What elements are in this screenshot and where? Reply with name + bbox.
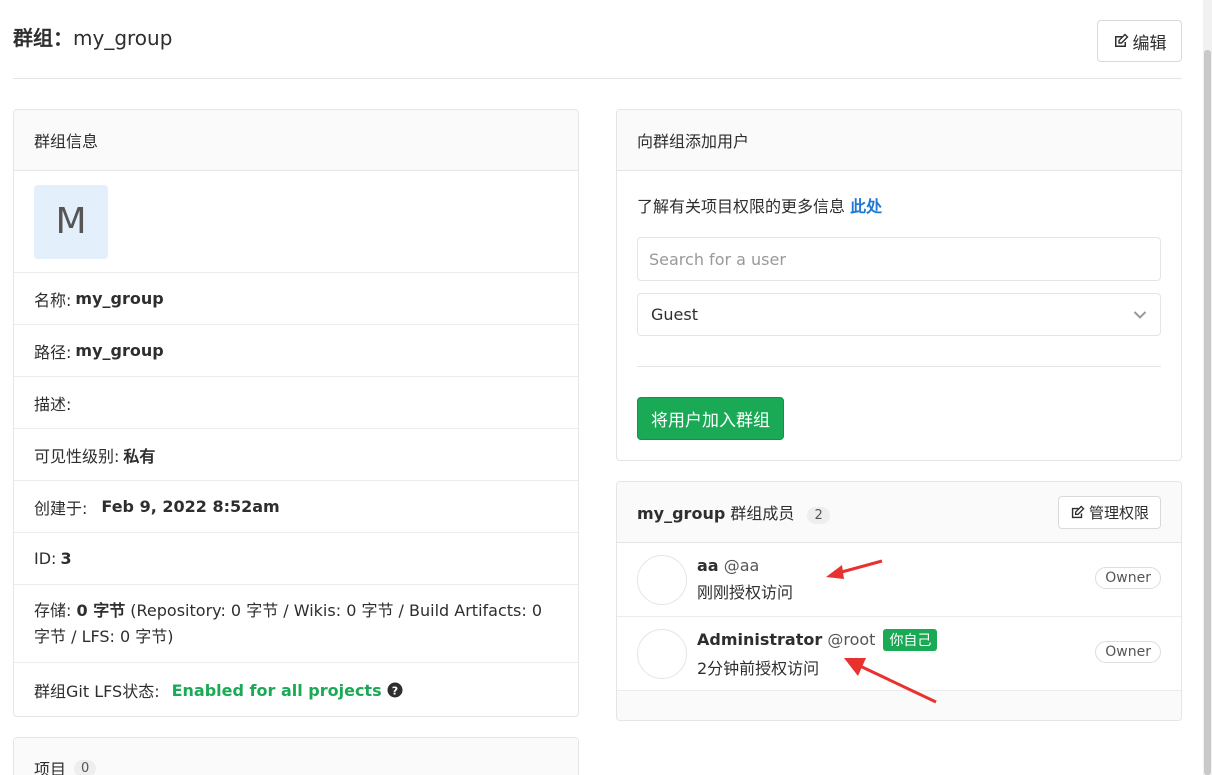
visibility-label: 可见性级别: <box>34 446 120 466</box>
add-to-group-button[interactable]: 将用户加入群组 <box>637 397 784 440</box>
edit-group-button[interactable]: 编辑 <box>1097 20 1182 62</box>
members-footer <box>617 691 1181 720</box>
page-header: 群组：my_group 编辑 <box>13 0 1182 79</box>
members-count-badge: 2 <box>807 507 830 524</box>
group-avatar-row: M <box>14 171 578 273</box>
page-title: 群组：my_group <box>13 26 173 50</box>
edit-icon <box>1071 504 1085 518</box>
id-value: 3 <box>60 549 72 568</box>
svg-text:?: ? <box>391 685 397 698</box>
members-heading-label: 群组成员 <box>725 504 795 523</box>
description-label: 描述: <box>34 394 72 414</box>
group-info-panel: 群组信息 M 名称: my_group 路径: my_group 描述: 可见性… <box>13 109 579 717</box>
projects-count-badge: 0 <box>74 759 97 775</box>
role-badge: Owner <box>1095 641 1161 663</box>
storage-label: 存储: <box>34 600 77 620</box>
avatar[interactable] <box>637 628 687 679</box>
lfs-status-value: Enabled for all projects <box>171 680 382 700</box>
search-placeholder: Search for a user <box>649 249 786 269</box>
page-scrollbar[interactable] <box>1203 0 1212 775</box>
group-id-row: ID: 3 <box>14 533 578 585</box>
group-description-row: 描述: <box>14 377 578 429</box>
add-user-heading: 向群组添加用户 <box>617 110 1181 171</box>
member-access-time: 2分钟前授权访问 <box>697 658 820 678</box>
group-visibility-row: 可见性级别: 私有 <box>14 429 578 481</box>
member-name[interactable]: Administrator <box>697 630 822 649</box>
user-search-input[interactable]: Search for a user <box>637 237 1161 281</box>
edit-button-label: 编辑 <box>1132 33 1167 54</box>
scrollbar-thumb[interactable] <box>1204 50 1211 775</box>
members-group-name: my_group <box>637 504 726 523</box>
group-storage-row: 存储: 0 字节 (Repository: 0 字节 / Wikis: 0 字节… <box>14 585 578 663</box>
group-created-row: 创建于: Feb 9, 2022 8:52am <box>14 481 578 533</box>
name-label: 名称: <box>34 290 72 310</box>
avatar[interactable] <box>637 554 687 605</box>
id-label: ID: <box>34 549 57 568</box>
created-label: 创建于: <box>34 498 88 518</box>
help-text: 了解有关项目权限的更多信息 <box>637 197 851 216</box>
permissions-help-text: 了解有关项目权限的更多信息 此处 <box>637 193 1161 217</box>
storage-value: 0 字节 <box>76 600 126 620</box>
group-name-row: 名称: my_group <box>14 273 578 325</box>
edit-icon <box>1114 33 1128 47</box>
created-value: Feb 9, 2022 8:52am <box>101 497 280 516</box>
permissions-help-link[interactable]: 此处 <box>850 197 882 216</box>
projects-panel: 项目 0 <box>13 737 579 775</box>
name-value: my_group <box>75 289 164 308</box>
member-row: aa @aa 刚刚授权访问 Owner <box>617 543 1181 617</box>
access-level-select[interactable]: Guest <box>637 293 1161 336</box>
member-row: Administrator @root 你自己 2分钟前授权访问 Owner <box>617 617 1181 691</box>
divider <box>637 366 1161 367</box>
members-heading: my_group 群组成员 2 管理权限 <box>617 482 1181 543</box>
role-badge: Owner <box>1095 567 1161 589</box>
member-handle: @aa <box>723 556 760 575</box>
group-avatar: M <box>34 184 108 259</box>
group-info-heading: 群组信息 <box>14 110 578 171</box>
manage-permissions-label: 管理权限 <box>1088 503 1149 522</box>
group-lfs-row: 群组Git LFS状态: Enabled for all projects ? <box>14 663 578 716</box>
group-path-row: 路径: my_group <box>14 325 578 377</box>
manage-permissions-button[interactable]: 管理权限 <box>1057 495 1161 529</box>
add-user-panel: 向群组添加用户 了解有关项目权限的更多信息 此处 Search for a us… <box>616 109 1182 461</box>
access-level-value: Guest <box>651 305 698 324</box>
chevron-down-icon <box>1133 310 1147 319</box>
projects-heading: 项目 0 <box>14 738 578 775</box>
group-members-panel: my_group 群组成员 2 管理权限 aa @aa 刚刚授权访问 Owner… <box>616 481 1182 721</box>
projects-heading-label: 项目 <box>34 760 67 775</box>
question-circle-icon[interactable]: ? <box>387 682 403 698</box>
path-value: my_group <box>75 341 164 360</box>
member-access-time: 刚刚授权访问 <box>697 583 794 602</box>
path-label: 路径: <box>34 342 72 362</box>
you-badge: 你自己 <box>883 628 938 651</box>
member-handle: @root <box>827 629 876 649</box>
lfs-label: 群组Git LFS状态: <box>34 682 160 701</box>
visibility-value: 私有 <box>123 446 156 466</box>
member-name[interactable]: aa <box>697 556 719 575</box>
